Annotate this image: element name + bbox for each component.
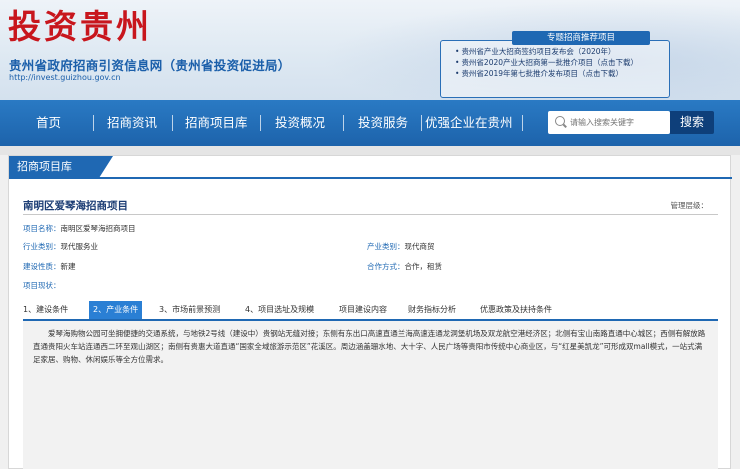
nav-item-overview[interactable]: 投资概况 xyxy=(275,100,325,146)
tab-construction[interactable]: 1、建设条件 xyxy=(23,301,68,319)
level-label: 管理层级： xyxy=(670,201,709,210)
tab-industry[interactable]: 2、产业条件 xyxy=(89,301,143,319)
tab-content[interactable]: 项目建设内容 xyxy=(339,301,387,319)
search-input[interactable] xyxy=(570,114,666,130)
tab-market[interactable]: 3、市场前景预测 xyxy=(159,301,220,319)
nav-item-enterprises[interactable]: 优强企业在贵州 xyxy=(425,100,513,146)
field-label: 项目现状： xyxy=(23,281,61,290)
field-industry: 行业类别：现代服务业 xyxy=(23,241,98,252)
project-panel: 招商项目库 南明区爱琴海招商项目 管理层级： 项目名称：南明区爱琴海招商项目 行… xyxy=(8,155,732,469)
tab-policy[interactable]: 优惠政策及扶持条件 xyxy=(480,301,552,319)
field-nature: 建设性质：新建 xyxy=(23,261,76,272)
panel-tab: 招商项目库 xyxy=(9,156,99,178)
field-label: 行业类别： xyxy=(23,242,61,251)
nav-separator xyxy=(522,115,523,131)
tab-site[interactable]: 4、项目选址及规模 xyxy=(245,301,314,319)
search-box xyxy=(548,111,670,134)
search-icon xyxy=(555,116,565,126)
field-status: 项目现状： xyxy=(23,280,61,291)
nav-separator xyxy=(260,115,261,131)
divider-band xyxy=(0,146,740,155)
detail-tabs: 1、建设条件 2、产业条件 3、市场前景预测 4、项目选址及规模 项目建设内容 … xyxy=(23,301,718,321)
title-divider xyxy=(23,214,718,215)
field-project-name: 项目名称：南明区爱琴海招商项目 xyxy=(23,223,136,234)
field-value: 现代商贸 xyxy=(404,242,435,251)
recommend-item[interactable]: 贵州省产业大招商签约项目发布会（2020年） xyxy=(455,46,667,57)
field-label: 合作方式： xyxy=(367,262,405,271)
field-product: 产业类别：现代商贸 xyxy=(367,241,435,252)
nav-separator xyxy=(343,115,344,131)
site-logo[interactable]: 投资贵州 xyxy=(8,8,152,46)
recommend-list: 贵州省产业大招商签约项目发布会（2020年） 贵州省2020产业大招商第一批推介… xyxy=(455,46,667,79)
field-value: 合作，租赁 xyxy=(404,262,443,271)
main-nav: 首页 招商资讯 招商项目库 投资概况 投资服务 优强企业在贵州 搜索 xyxy=(0,100,740,146)
content-paragraph: 爱琴海购物公园可坐拥便捷的交通系统，与地铁2号线（建设中）贵钢站无缝对接；东侧有… xyxy=(33,329,706,364)
nav-item-news[interactable]: 招商资讯 xyxy=(107,100,157,146)
field-value: 新建 xyxy=(60,262,76,271)
tab-finance[interactable]: 财务指标分析 xyxy=(408,301,456,319)
panel-rule xyxy=(9,177,732,179)
field-cooperation: 合作方式：合作，租赁 xyxy=(367,261,442,272)
panel-tab-tail xyxy=(99,156,113,178)
field-label: 产业类别： xyxy=(367,242,405,251)
nav-separator xyxy=(421,115,422,131)
nav-item-services[interactable]: 投资服务 xyxy=(358,100,408,146)
project-title: 南明区爱琴海招商项目 xyxy=(23,200,128,212)
nav-item-home[interactable]: 首页 xyxy=(36,100,61,146)
recommend-item[interactable]: 贵州省2020产业大招商第一批推介项目（点击下载） xyxy=(455,57,667,68)
field-value: 南明区爱琴海招商项目 xyxy=(60,224,136,233)
field-label: 项目名称： xyxy=(23,224,61,233)
field-label: 建设性质： xyxy=(23,262,61,271)
nav-item-projects[interactable]: 招商项目库 xyxy=(185,100,248,146)
nav-separator xyxy=(172,115,173,131)
field-value: 现代服务业 xyxy=(60,242,99,251)
nav-separator xyxy=(93,115,94,131)
recommend-item[interactable]: 贵州省2019年第七批推介发布项目（点击下载） xyxy=(455,68,667,79)
recommend-box: 贵州省产业大招商签约项目发布会（2020年） 贵州省2020产业大招商第一批推介… xyxy=(440,40,670,98)
recommend-title: 专题招商推荐项目 xyxy=(512,31,650,45)
search-button[interactable]: 搜索 xyxy=(670,111,714,134)
site-url[interactable]: http://invest.guizhou.gov.cn xyxy=(9,73,121,82)
tab-content-area: 爱琴海购物公园可坐拥便捷的交通系统，与地铁2号线（建设中）贵钢站无缝对接；东侧有… xyxy=(23,321,718,469)
site-name: 贵州省政府招商引资信息网（贵州省投资促进局） xyxy=(9,58,291,73)
